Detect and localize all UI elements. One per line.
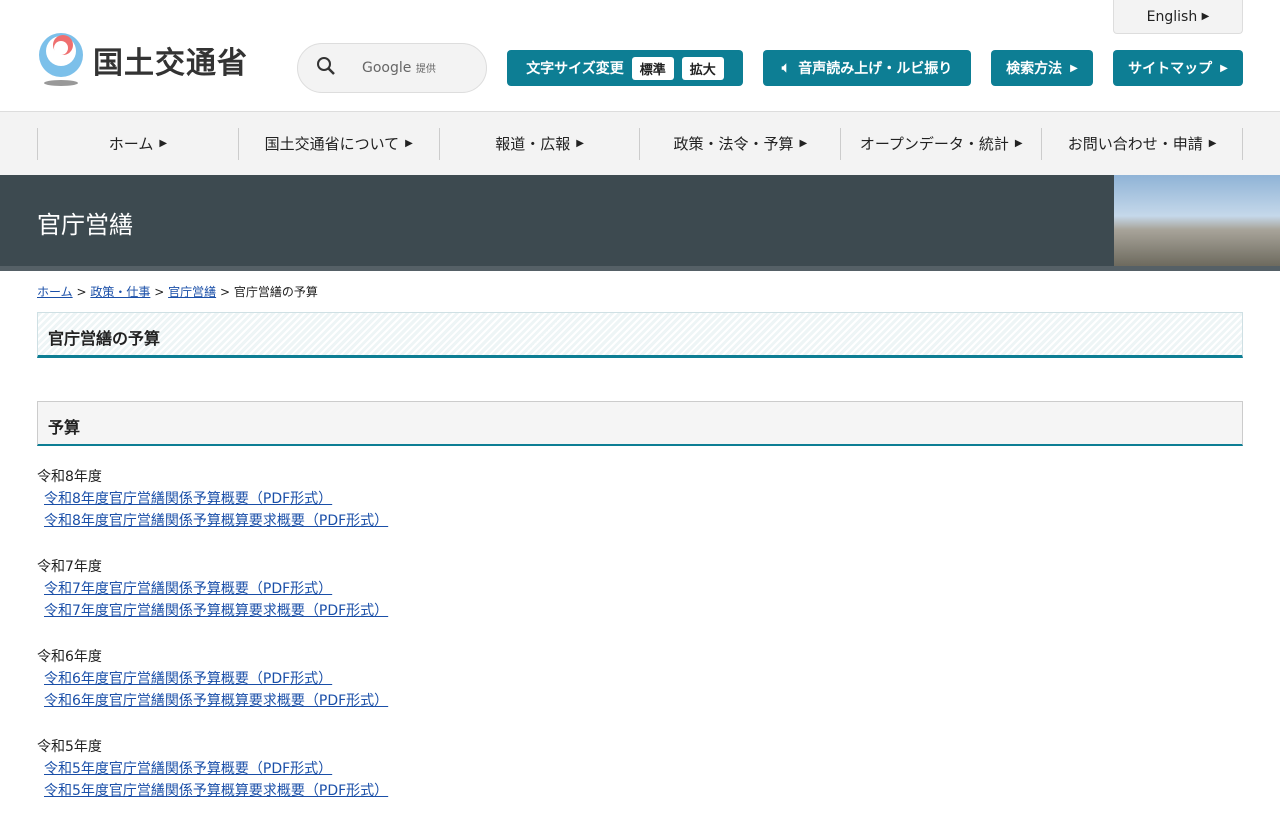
section-title: 予算: [37, 401, 1243, 446]
nav-about[interactable]: 国土交通省について ▶: [237, 127, 439, 160]
nav-home[interactable]: ホーム ▶: [37, 127, 238, 160]
english-label: English: [1146, 8, 1198, 25]
pdf-link[interactable]: 令和5年度官庁営繕関係予算概要（PDF形式）: [44, 758, 388, 780]
banner-title: 官庁営繕: [37, 211, 133, 239]
search-method-button[interactable]: 検索方法 ▶: [991, 50, 1093, 86]
pdf-link[interactable]: 令和8年度官庁営繕関係予算概要（PDF形式）: [44, 488, 388, 510]
nav-opendata[interactable]: オープンデータ・統計 ▶: [840, 127, 1041, 160]
font-size-control: 文字サイズ変更 標準 拡大: [507, 50, 743, 86]
year-group: 令和5年度令和5年度官庁営繕関係予算概要（PDF形式） 令和5年度官庁営繕関係予算…: [37, 736, 388, 802]
nav-label: ホーム: [108, 135, 154, 153]
logo-text: 国土交通省: [93, 46, 248, 81]
breadcrumb: ホーム > 政策・仕事 > 官庁営繕 > 官庁営繕の予算: [37, 283, 318, 300]
triangle-right-icon: ▶: [799, 138, 808, 149]
year-label: 令和8年度: [37, 469, 102, 485]
triangle-right-icon: ▶: [1070, 62, 1078, 74]
breadcrumb-sep: >: [76, 285, 87, 299]
nav-label: お問い合わせ・申請: [1067, 135, 1203, 153]
triangle-right-icon: ▶: [159, 138, 168, 149]
search-method-label: 検索方法: [1006, 61, 1063, 77]
triangle-right-icon: ▶: [1208, 138, 1217, 149]
english-link[interactable]: English ▶: [1113, 0, 1243, 34]
read-aloud-label: 音声読み上げ・ルビ振り: [798, 61, 953, 77]
pdf-link[interactable]: 令和6年度官庁営繕関係予算概算要求概要（PDF形式）: [44, 690, 388, 712]
logo-emblem-icon: [37, 33, 85, 87]
page-title: 官庁営繕の予算: [37, 312, 1243, 358]
nav-label: 国土交通省について: [264, 135, 400, 153]
budget-list: 令和8年度令和8年度官庁営繕関係予算概要（PDF形式） 令和8年度官庁営繕関係予算…: [37, 466, 388, 826]
triangle-right-icon: ▶: [1014, 138, 1023, 149]
site-search[interactable]: Google 提供: [297, 43, 487, 93]
breadcrumb-sep: >: [219, 285, 230, 299]
breadcrumb-current: 官庁営繕の予算: [233, 285, 318, 299]
nav-policy[interactable]: 政策・法令・予算 ▶: [639, 127, 840, 160]
pdf-link[interactable]: 令和7年度官庁営繕関係予算概算要求概要（PDF形式）: [44, 600, 388, 622]
year-group: 令和7年度令和7年度官庁営繕関係予算概要（PDF形式） 令和7年度官庁営繕関係予算…: [37, 556, 388, 622]
read-aloud-button[interactable]: 🔈︎ 音声読み上げ・ルビ振り: [763, 50, 971, 86]
category-banner: 官庁営繕: [0, 175, 1280, 271]
nav-label: 政策・法令・予算: [673, 135, 794, 153]
nav-contact[interactable]: お問い合わせ・申請 ▶: [1041, 127, 1243, 160]
mlit-logo[interactable]: 国土交通省: [37, 33, 248, 87]
pdf-link[interactable]: 令和7年度官庁営繕関係予算概要（PDF形式）: [44, 578, 388, 600]
breadcrumb-sep: >: [154, 285, 165, 299]
nav-label: オープンデータ・統計: [859, 135, 1009, 153]
pdf-link[interactable]: 令和8年度官庁営繕関係予算概算要求概要（PDF形式）: [44, 510, 388, 532]
triangle-right-icon: ▶: [1220, 62, 1228, 74]
search-provided-label: 提供: [415, 64, 436, 75]
breadcrumb-home[interactable]: ホーム: [37, 285, 73, 299]
breadcrumb-policy[interactable]: 政策・仕事: [90, 285, 150, 299]
sitemap-label: サイトマップ: [1128, 61, 1213, 77]
pdf-link[interactable]: 令和5年度官庁営繕関係予算概算要求概要（PDF形式）: [44, 780, 388, 802]
nav-press[interactable]: 報道・広報 ▶: [438, 127, 640, 160]
sitemap-button[interactable]: サイトマップ ▶: [1113, 50, 1243, 86]
nav-label: 報道・広報: [495, 135, 571, 153]
triangle-right-icon: ▶: [405, 138, 413, 149]
year-label: 令和7年度: [37, 559, 102, 575]
search-provider: Google: [362, 60, 412, 76]
search-icon[interactable]: [316, 56, 336, 80]
building-photo: [1114, 175, 1280, 266]
year-group: 令和6年度令和6年度官庁営繕関係予算概要（PDF形式） 令和6年度官庁営繕関係予算…: [37, 646, 388, 712]
triangle-right-icon: ▶: [1201, 11, 1210, 22]
global-nav: ホーム ▶ 国土交通省について ▶ 報道・広報 ▶ 政策・法令・予算 ▶ オープンデータ…: [0, 111, 1280, 175]
pdf-link[interactable]: 令和6年度官庁営繕関係予算概要（PDF形式）: [44, 668, 388, 690]
year-label: 令和6年度: [37, 649, 102, 665]
font-size-label: 文字サイズ変更: [526, 61, 624, 77]
breadcrumb-eizen[interactable]: 官庁営繕: [168, 285, 216, 299]
year-group: 令和8年度令和8年度官庁営繕関係予算概要（PDF形式） 令和8年度官庁営繕関係予算…: [37, 466, 388, 532]
triangle-right-icon: ▶: [576, 138, 584, 149]
speaker-icon: 🔈︎: [781, 60, 791, 76]
font-large-button[interactable]: 拡大: [681, 56, 724, 80]
font-standard-button[interactable]: 標準: [631, 56, 674, 80]
year-label: 令和5年度: [37, 739, 102, 755]
